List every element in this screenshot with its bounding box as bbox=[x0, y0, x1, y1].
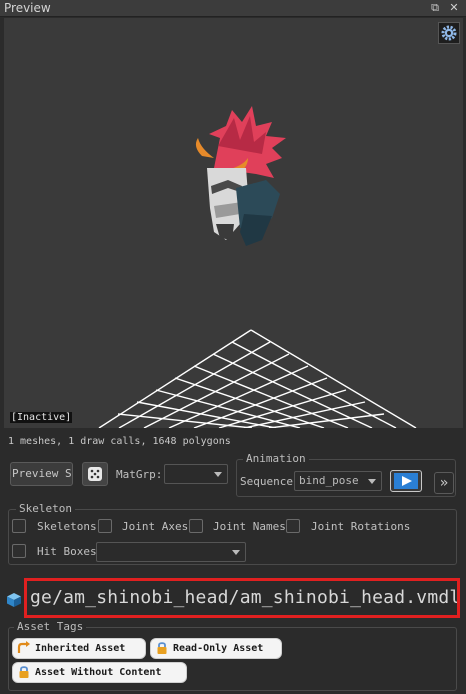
asset-path-field[interactable]: ge/am_shinobi_head/am_shinobi_head.vmdl bbox=[24, 578, 460, 618]
skeletons-label: Skeletons bbox=[37, 520, 97, 533]
tag-asset-without-content: Asset Without Content bbox=[12, 662, 187, 683]
joint-names-checkbox[interactable] bbox=[189, 519, 203, 533]
asset-tags-title: Asset Tags bbox=[14, 620, 87, 633]
scene-render bbox=[98, 106, 417, 428]
tag-inherited-asset: Inherited Asset bbox=[12, 638, 146, 659]
tag-label: Read-Only Asset bbox=[173, 643, 264, 654]
joint-names-label: Joint Names bbox=[213, 520, 286, 533]
asset-path-text: ge/am_shinobi_head/am_shinobi_head.vmdl bbox=[30, 587, 460, 608]
randomize-button[interactable] bbox=[82, 462, 108, 486]
lock-icon bbox=[19, 666, 29, 678]
chevron-down-icon bbox=[232, 550, 240, 555]
viewport-status-label: [Inactive] bbox=[10, 412, 73, 423]
joint-axes-checkbox[interactable] bbox=[98, 519, 112, 533]
hit-boxes-dropdown[interactable] bbox=[96, 542, 246, 562]
dice-icon bbox=[88, 467, 102, 481]
hit-boxes-checkbox[interactable] bbox=[12, 544, 26, 558]
floor-grid bbox=[98, 329, 417, 428]
float-icon[interactable]: ⧉ bbox=[428, 1, 442, 15]
matgrp-label: MatGrp: bbox=[116, 468, 163, 481]
tag-label: Asset Without Content bbox=[35, 667, 162, 678]
animation-group-title: Animation bbox=[243, 452, 309, 465]
more-options-button[interactable]: » bbox=[434, 472, 454, 494]
play-icon bbox=[394, 473, 418, 489]
hit-boxes-label: Hit Boxes bbox=[37, 545, 97, 558]
matgrp-dropdown[interactable] bbox=[164, 464, 228, 484]
joint-rotations-label: Joint Rotations bbox=[311, 520, 411, 533]
viewport-settings-button[interactable] bbox=[438, 22, 460, 44]
skeleton-group-title: Skeleton bbox=[16, 502, 75, 515]
tag-read-only-asset: Read-Only Asset bbox=[150, 638, 282, 659]
gear-icon bbox=[441, 25, 457, 41]
close-icon[interactable]: ✕ bbox=[447, 1, 461, 15]
window-titlebar: Preview ⧉ ✕ bbox=[0, 0, 466, 17]
preview-settings-button[interactable]: Preview St bbox=[10, 462, 73, 486]
window-title: Preview bbox=[4, 1, 51, 15]
joint-rotations-checkbox[interactable] bbox=[286, 519, 300, 533]
model-asset-icon bbox=[7, 593, 21, 607]
inherit-arrow-icon bbox=[17, 641, 30, 653]
render-stats: 1 meshes, 1 draw calls, 1648 polygons bbox=[8, 436, 231, 447]
joint-axes-label: Joint Axes bbox=[122, 520, 189, 533]
model-viewport[interactable]: [Inactive] bbox=[4, 18, 463, 428]
skeletons-checkbox[interactable] bbox=[12, 519, 26, 533]
lock-icon bbox=[157, 642, 167, 654]
sequence-value: bind_pose bbox=[299, 474, 359, 487]
play-button[interactable] bbox=[390, 470, 422, 492]
character-head-model bbox=[195, 106, 286, 246]
sequence-dropdown[interactable]: bind_pose bbox=[294, 471, 382, 491]
chevron-down-icon bbox=[214, 472, 222, 477]
sequence-label: Sequence bbox=[240, 475, 293, 488]
chevron-down-icon bbox=[368, 479, 376, 484]
tag-label: Inherited Asset bbox=[35, 643, 126, 654]
